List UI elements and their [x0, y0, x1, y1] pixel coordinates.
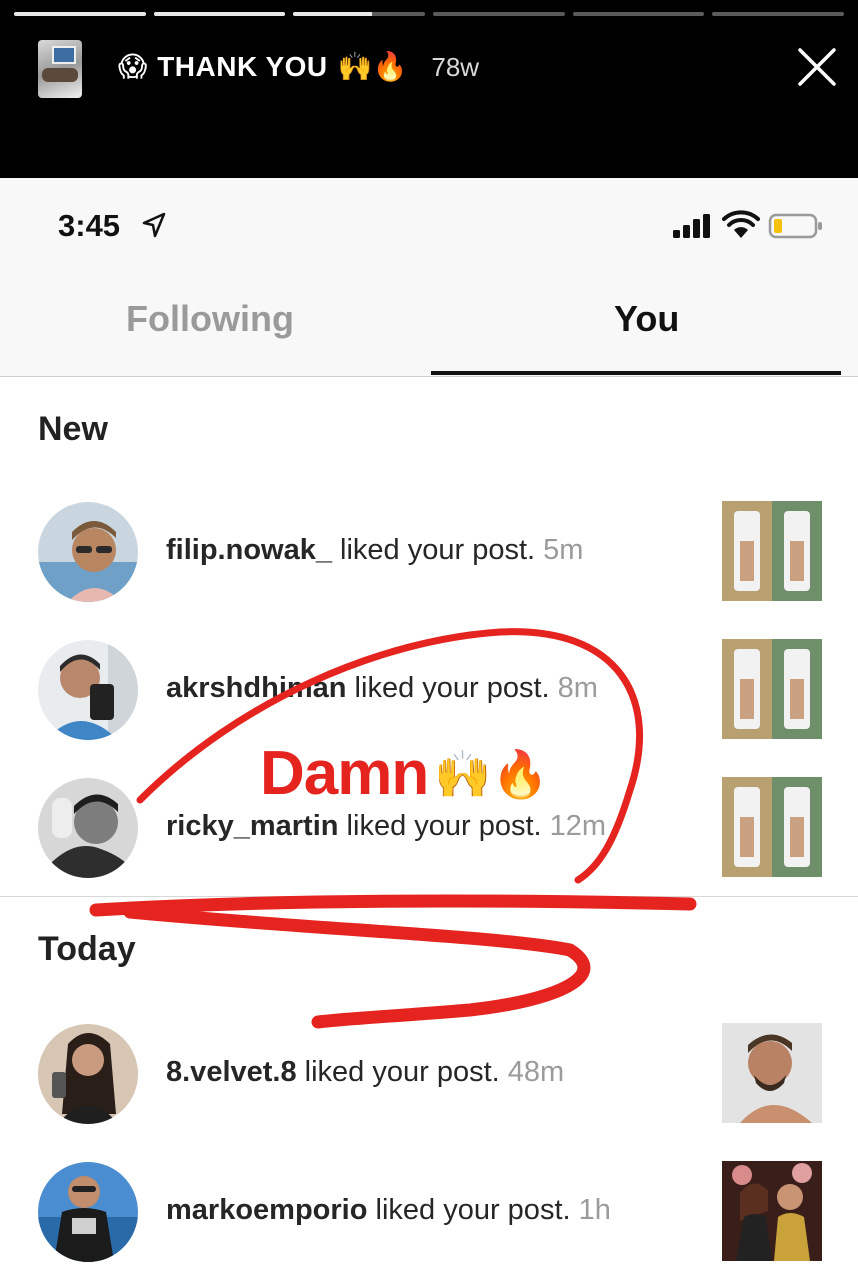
story-progress-segment: [153, 12, 286, 16]
post-thumbnail[interactable]: [722, 501, 822, 601]
user-avatar[interactable]: [38, 640, 138, 740]
user-avatar[interactable]: [38, 1024, 138, 1124]
tab-following[interactable]: Following: [126, 298, 294, 340]
battery-icon: [768, 213, 822, 239]
user-avatar[interactable]: [38, 1162, 138, 1262]
notification-time: 8m: [557, 672, 598, 704]
notification-time: 5m: [543, 534, 584, 566]
user-avatar[interactable]: [38, 778, 138, 878]
username[interactable]: markoemporio: [166, 1194, 367, 1226]
status-time: 3:45: [58, 208, 121, 243]
activity-row[interactable]: 8.velvet.8 liked your post. 48m: [0, 1022, 858, 1126]
user-avatar[interactable]: [38, 502, 138, 602]
story-progress-segment: [572, 12, 705, 16]
story-progress-segment: [293, 12, 426, 16]
story-progress-segment: [712, 12, 845, 16]
post-thumbnail[interactable]: [722, 777, 822, 877]
notification-text: markoemporio liked your post. 1h: [166, 1194, 611, 1227]
post-thumbnail[interactable]: [722, 1161, 822, 1261]
damn-annotation: Damn 🙌🔥: [260, 738, 549, 809]
section-divider: [0, 896, 858, 897]
story-progress-bar: [14, 12, 845, 16]
damn-text: Damn: [260, 739, 429, 808]
story-title: 😱 THANK YOU 🙌🔥 78w: [118, 50, 479, 84]
notification-action: liked your post.: [331, 534, 544, 566]
notification-text: 8.velvet.8 liked your post. 48m: [166, 1056, 564, 1089]
location-arrow-icon: [142, 212, 166, 238]
story-highlight-cover[interactable]: [38, 40, 82, 98]
notification-action: liked your post.: [346, 672, 558, 704]
post-thumbnail[interactable]: [722, 639, 822, 739]
activity-row[interactable]: akrshdhiman liked your post. 8m: [0, 638, 858, 742]
post-thumbnail[interactable]: [722, 1023, 822, 1123]
wifi-icon: [722, 210, 760, 238]
story-title-text: THANK YOU: [157, 51, 328, 82]
username[interactable]: filip.nowak_: [166, 534, 332, 566]
scream-emoji: 😱: [118, 50, 148, 83]
activity-row[interactable]: filip.nowak_ liked your post. 5m: [0, 500, 858, 604]
story-progress-segment: [433, 12, 565, 16]
active-tab-indicator: [431, 371, 841, 375]
username[interactable]: ricky_martin: [166, 810, 339, 842]
notification-text: ricky_martin liked your post. 12m: [166, 810, 606, 843]
notification-time: 1h: [578, 1194, 611, 1226]
notification-time: 12m: [549, 810, 607, 842]
close-icon[interactable]: [794, 44, 840, 90]
raised-hands-fire-emoji: 🙌🔥: [434, 746, 549, 801]
notification-action: liked your post.: [367, 1194, 579, 1226]
notification-text: filip.nowak_ liked your post. 5m: [166, 534, 583, 567]
notification-action: liked your post.: [338, 810, 550, 842]
story-age: 78w: [431, 51, 480, 82]
story-header: 😱 THANK YOU 🙌🔥 78w: [0, 0, 858, 178]
notification-time: 48m: [507, 1056, 565, 1088]
tab-you[interactable]: You: [614, 298, 679, 340]
notification-action: liked your post.: [296, 1056, 508, 1088]
section-heading-new: New: [38, 410, 108, 448]
username[interactable]: akrshdhiman: [166, 672, 347, 704]
story-progress-segment: [14, 12, 146, 16]
notification-text: akrshdhiman liked your post. 8m: [166, 672, 598, 705]
activity-row[interactable]: markoemporio liked your post. 1h: [0, 1160, 858, 1264]
raised-hands-fire-emoji: 🙌🔥: [337, 50, 408, 83]
cellular-signal-icon: [673, 214, 710, 238]
username[interactable]: 8.velvet.8: [166, 1056, 297, 1088]
activity-tabs: Following You: [0, 274, 858, 377]
section-heading-today: Today: [38, 930, 136, 968]
